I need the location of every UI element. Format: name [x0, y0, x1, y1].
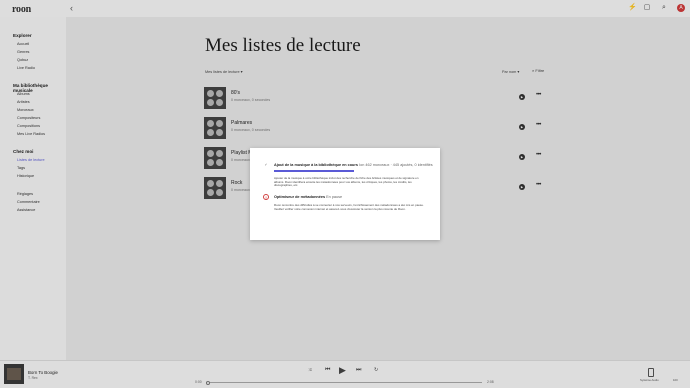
metadata-optimizer-status: En pause [326, 195, 343, 199]
import-status-title: Ajout de la musique à la bibliothèque en… [274, 163, 433, 167]
metadata-optimizer-description: Roon rencontre des difficultés à se conn… [274, 203, 424, 211]
metadata-optimizer-title: Optimiseur de métadonnées En pause [274, 195, 343, 199]
library-status-dialog: ◜ Ajout de la musique à la bibliothèque … [250, 148, 440, 240]
loading-spinner-icon: ◜ [265, 163, 267, 169]
import-status-description: Ajouter de la musique à votre bibliothèq… [274, 176, 419, 188]
import-progress-bar [274, 170, 354, 172]
import-status-detail: Ion 462 morceaux · 445 ajoutés, 0 identi… [359, 163, 433, 167]
warning-icon: ! [263, 194, 269, 200]
